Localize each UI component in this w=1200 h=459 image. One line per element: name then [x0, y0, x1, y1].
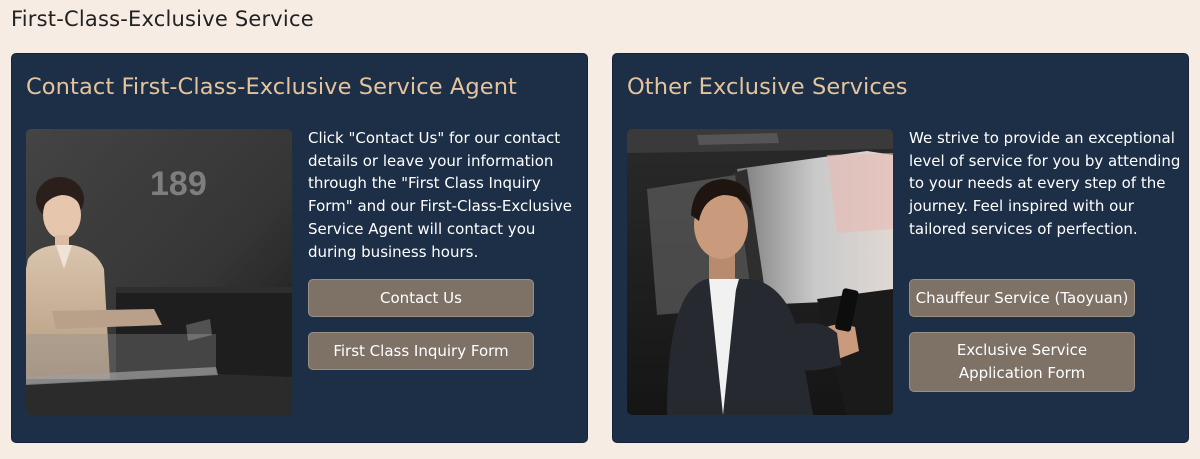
chauffeur-passenger-photo [627, 129, 893, 415]
wall-number-text: 189 [150, 165, 207, 203]
first-class-inquiry-form-button[interactable]: First Class Inquiry Form [308, 332, 534, 370]
page-title: First-Class-Exclusive Service [11, 7, 314, 31]
other-services-card-title: Other Exclusive Services [627, 74, 908, 100]
service-agent-photo: 189 [26, 129, 292, 415]
contact-agent-card: Contact First-Class-Exclusive Service Ag… [11, 53, 588, 443]
chauffeur-service-button[interactable]: Chauffeur Service (Taoyuan) [909, 279, 1135, 317]
contact-agent-description: Click "Contact Us" for our contact detai… [308, 129, 573, 261]
exclusive-service-application-button[interactable]: Exclusive Service Application Form [909, 332, 1135, 392]
other-services-card: Other Exclusive Services We strive to pr… [612, 53, 1189, 443]
contact-us-button[interactable]: Contact Us [308, 279, 534, 317]
contact-agent-card-title: Contact First-Class-Exclusive Service Ag… [26, 74, 517, 100]
other-services-description: We strive to provide an exceptional leve… [909, 129, 1181, 238]
